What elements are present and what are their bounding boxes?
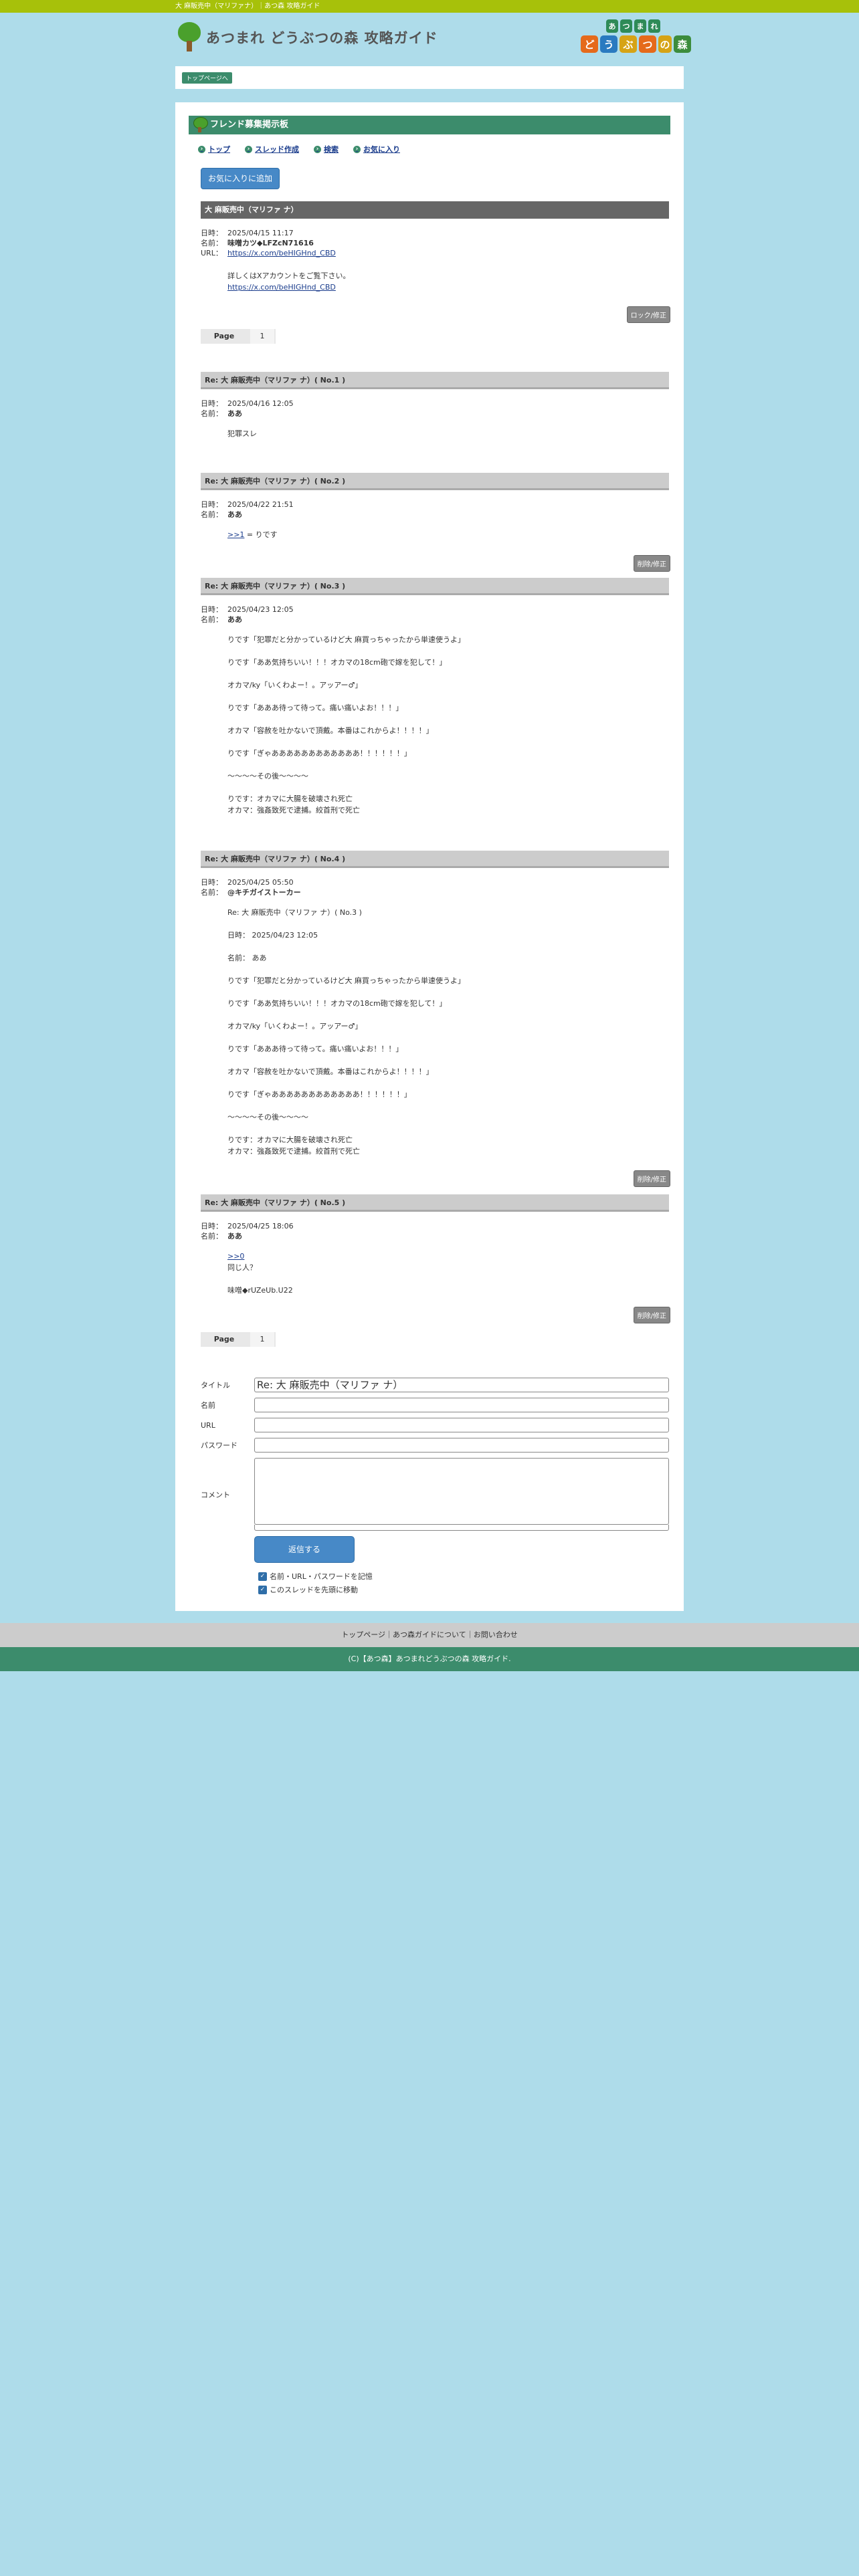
comment-textarea[interactable]: [254, 1458, 669, 1525]
top-bar: 大 麻販売中（マリファナ）｜あつ森 攻略ガイド: [0, 0, 859, 13]
corner-logo: あ つ ま れ ど う ぶ つ の 森: [581, 19, 691, 61]
logo-char: つ: [620, 19, 632, 33]
logo-char: れ: [648, 19, 660, 33]
reply-date: 2025/04/22 21:51: [227, 500, 294, 509]
main-content: フレンド募集掲示板 › トップ › スレッド作成 › 検索 › お気に入り お気に入りに…: [175, 102, 684, 1611]
submit-reply-button[interactable]: 返信する: [254, 1536, 355, 1563]
logo-char: う: [600, 35, 617, 53]
nav-favorites[interactable]: › お気に入り: [353, 144, 400, 154]
reply-author: ああ: [227, 409, 242, 418]
password-label: パスワード: [201, 1441, 237, 1450]
name-label: 名前: [201, 1401, 215, 1410]
pager-page-1[interactable]: 1: [250, 329, 274, 344]
reply-title: Re: 大 麻販売中（マリファ ナ）( No.5 ): [201, 1194, 669, 1212]
board-title: フレンド募集掲示板: [189, 116, 670, 134]
title-label: タイトル: [201, 1381, 230, 1390]
board-nav: › トップ › スレッド作成 › 検索 › お気に入り: [198, 144, 670, 154]
title-input[interactable]: Re: 大 麻販売中（マリファ ナ）: [254, 1378, 669, 1392]
add-favorite-button[interactable]: お気に入りに追加: [201, 168, 280, 189]
reply-date: 2025/04/25 18:06: [227, 1222, 294, 1230]
site-logo[interactable]: あつまれ どうぶつの森 攻略ガイド: [177, 22, 438, 53]
reply-title: Re: 大 麻販売中（マリファ ナ）( No.2 ): [201, 473, 669, 490]
reply-meta: 日時： 2025/04/22 21:51 名前： ああ: [201, 500, 294, 519]
site-title[interactable]: あつまれ どうぶつの森 攻略ガイド: [206, 27, 438, 47]
footer-links[interactable]: トップページ｜あつ森ガイドについて｜お問い合わせ: [0, 1623, 859, 1647]
reply-title: Re: 大 麻販売中（マリファ ナ）( No.4 ): [201, 851, 669, 868]
footer-copyright: (C)【あつ森】あつまれどうぶつの森 攻略ガイド.: [0, 1647, 859, 1671]
reply-form: タイトル Re: 大 麻販売中（マリファ ナ） 名前 URL パスワード コメン…: [201, 1378, 669, 1595]
reply-anchor-link[interactable]: >>1: [227, 530, 244, 539]
reply-author: ああ: [227, 615, 242, 624]
reply-title: Re: 大 麻販売中（マリファ ナ）( No.1 ): [201, 372, 669, 389]
reply-meta: 日時： 2025/04/25 18:06 名前： ああ: [201, 1222, 294, 1241]
post-body-link[interactable]: https://x.com/beHIGHnd_CBD: [227, 283, 336, 292]
reply-author: @キチガイストーカー: [227, 888, 301, 897]
reply-date: 2025/04/25 05:50: [227, 878, 294, 887]
reply-meta: 日時： 2025/04/16 12:05 名前： ああ: [201, 399, 294, 418]
circle-arrow-icon: ›: [198, 145, 205, 153]
thread-meta: 日時： 2025/04/15 11:17 名前： 味噌カツ◆LFZcN71616 U…: [201, 229, 336, 257]
url-input[interactable]: [254, 1418, 669, 1432]
site-header: あつまれ どうぶつの森 攻略ガイド あ つ ま れ ど う ぶ つ の 森: [175, 13, 691, 66]
pager-label: Page: [213, 332, 235, 340]
move-top-label: このスレッドを先頭に移動: [270, 1586, 358, 1594]
logo-char: あ: [606, 19, 618, 33]
reply-title: Re: 大 麻販売中（マリファ ナ）( No.3 ): [201, 578, 669, 595]
logo-char: の: [658, 35, 672, 53]
circle-arrow-icon: ›: [314, 145, 321, 153]
tree-icon: [193, 117, 208, 133]
logo-char: ど: [581, 35, 598, 53]
remember-label: 名前・URL・パスワードを記憶: [270, 1572, 373, 1581]
circle-arrow-icon: ›: [245, 145, 252, 153]
pager-label: Page: [213, 1335, 235, 1344]
delete-edit-button[interactable]: 削除/修正: [633, 1170, 670, 1187]
post-url-link[interactable]: https://x.com/beHIGHnd_CBD: [227, 249, 336, 257]
tree-icon: [177, 22, 202, 53]
nav-top[interactable]: › トップ: [198, 144, 230, 154]
reply-date: 2025/04/16 12:05: [227, 399, 294, 408]
remember-checkbox[interactable]: ✓: [258, 1572, 267, 1581]
nav-search[interactable]: › 検索: [314, 144, 339, 154]
logo-char: ま: [634, 19, 646, 33]
logo-char: つ: [639, 35, 656, 53]
lock-edit-button[interactable]: ロック/修正: [626, 306, 670, 323]
reply-date: 2025/04/23 12:05: [227, 605, 294, 614]
logo-char: 森: [674, 35, 691, 53]
pager: Page 1: [201, 329, 276, 344]
pager: Page 1: [201, 1332, 276, 1347]
logo-char: ぶ: [619, 35, 637, 53]
thread-title: 大 麻販売中（マリファ ナ）: [201, 201, 669, 219]
reply-anchor-link[interactable]: >>0: [227, 1252, 244, 1261]
reply-body: >>0 同じ人？ 味噌◆rUZeUb.U22: [227, 1252, 293, 1295]
reply-meta: 日時： 2025/04/25 05:50 名前： @キチガイストーカー: [201, 878, 301, 897]
reply-author: ああ: [227, 510, 242, 519]
textarea-resize-bar: [254, 1525, 669, 1531]
delete-edit-button[interactable]: 削除/修正: [633, 1307, 670, 1323]
delete-edit-button[interactable]: 削除/修正: [633, 555, 670, 572]
post-author: 味噌カツ◆LFZcN71616: [227, 239, 314, 247]
reply-body: >>1 = りです: [227, 530, 278, 539]
reply-body: 犯罪スレ: [227, 429, 257, 438]
reply-meta: 日時： 2025/04/23 12:05 名前： ああ: [201, 605, 294, 624]
post-body: 詳しくはXアカウントをご覧下さい。 https://x.com/beHIGHnd…: [227, 272, 351, 292]
pager-page-1[interactable]: 1: [250, 1332, 274, 1347]
reply-author: ああ: [227, 1232, 242, 1241]
breadcrumb: トップページへ: [175, 66, 684, 89]
top-bar-title: 大 麻販売中（マリファナ）｜あつ森 攻略ガイド: [175, 3, 320, 10]
breadcrumb-top-link[interactable]: トップページへ: [182, 72, 232, 84]
reply-body: Re: 大 麻販売中（マリファ ナ）( No.3 ) 日時： 2025/04/2…: [227, 908, 465, 1156]
name-input[interactable]: [254, 1398, 669, 1412]
nav-create-thread[interactable]: › スレッド作成: [245, 144, 299, 154]
move-top-checkbox[interactable]: ✓: [258, 1585, 267, 1594]
comment-label: コメント: [201, 1490, 230, 1499]
reply-body: りです「犯罪だと分かっているけど大 麻買っちゃったから単速使うよ」 りです「ああ…: [227, 635, 465, 815]
password-input[interactable]: [254, 1438, 669, 1453]
url-label: URL: [201, 1420, 215, 1430]
circle-arrow-icon: ›: [353, 145, 361, 153]
post-date: 2025/04/15 11:17: [227, 229, 294, 237]
